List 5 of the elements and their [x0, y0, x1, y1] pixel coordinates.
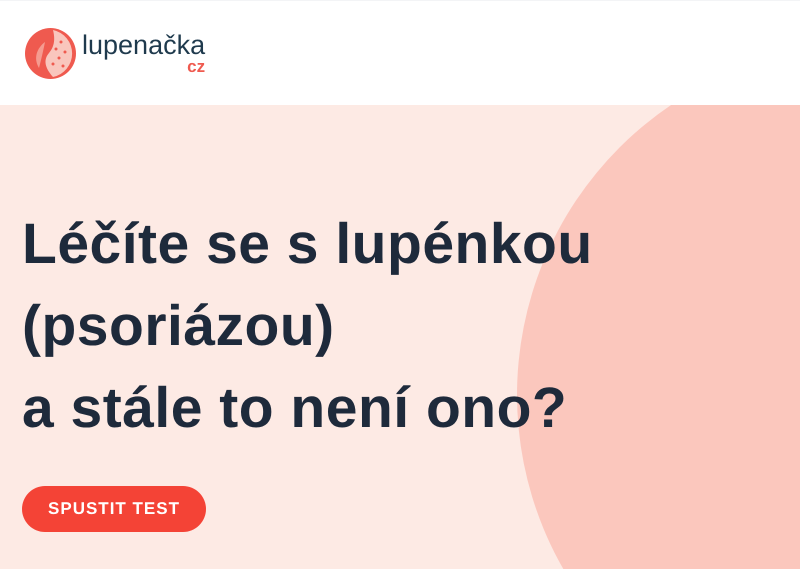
logo-wordmark: lupenačka: [82, 31, 206, 59]
logo-icon: [25, 28, 76, 78]
logo-suffix: cz: [187, 59, 206, 75]
start-test-button[interactable]: SPUSTIT TEST: [22, 486, 206, 532]
hero-headline: Léčíte se s lupénkou (psoriázou) a stále to není ono?: [22, 211, 593, 442]
